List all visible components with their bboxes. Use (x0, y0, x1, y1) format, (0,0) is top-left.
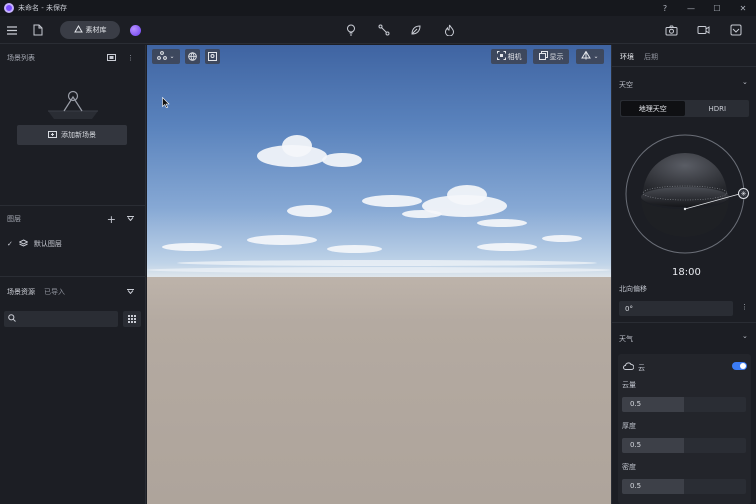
library-label: 素材库 (85, 26, 107, 34)
chevron-down-icon: ⌄ (593, 53, 599, 60)
scene-list-header: 场景列表 ⋮ (0, 49, 146, 67)
cloud-amount-value: 0.5 (630, 400, 642, 408)
assets-header: 场景资源 已导入 (0, 283, 146, 301)
cloud-toggle[interactable] (732, 362, 747, 370)
axes-icon (157, 51, 168, 62)
sky-mode-hdri[interactable]: HDRI (686, 100, 750, 117)
leaf-icon[interactable] (408, 22, 424, 38)
grid-view-icon[interactable] (123, 311, 141, 327)
globe-icon[interactable] (185, 49, 200, 64)
check-icon[interactable]: ✓ (7, 240, 13, 248)
ai-assistant-icon[interactable] (130, 25, 141, 36)
video-icon[interactable] (695, 22, 711, 38)
lightbulb-icon[interactable] (343, 22, 359, 38)
fire-icon[interactable] (441, 22, 457, 38)
divider (0, 276, 146, 277)
collapse-sky-icon[interactable]: ⌄ (742, 78, 748, 86)
camera-button[interactable]: 相机 (491, 49, 527, 64)
tab-scene-assets[interactable]: 场景资源 (7, 287, 35, 297)
collapse-weather-icon[interactable]: ⌄ (742, 332, 748, 340)
thickness-label: 厚度 (622, 422, 636, 430)
sun-handle-icon[interactable]: ✳ (738, 188, 749, 199)
camera-frame-icon (496, 51, 506, 62)
sky-section-title: 天空 (619, 81, 633, 89)
cloud-icon (623, 362, 635, 372)
left-panel: 场景列表 ⋮ 添加新场景 图层 + ✓ 默认图层 场景资源 已导入 (0, 45, 146, 504)
scene-thumbnail-icon[interactable] (107, 53, 116, 63)
minimize-button[interactable]: — (678, 0, 704, 16)
default-layer-label: 默认图层 (33, 240, 62, 248)
add-scene-icon (48, 130, 57, 140)
search-icon (8, 314, 16, 324)
add-layer-icon[interactable]: + (107, 213, 116, 226)
ground-render (147, 277, 611, 504)
maximize-button[interactable]: ☐ (704, 0, 730, 16)
help-icon[interactable]: ? (652, 0, 678, 16)
cloud-amount-slider[interactable]: 0.5 (622, 397, 746, 412)
close-button[interactable]: ✕ (730, 0, 756, 16)
layers-stack-icon (18, 239, 29, 249)
transform-gizmo-button[interactable]: ⌄ (152, 49, 180, 64)
density-slider[interactable]: 0.5 (622, 479, 746, 494)
display-label: 显示 (549, 52, 564, 61)
path-icon[interactable] (376, 22, 392, 38)
main-toolbar: 素材库 (0, 16, 756, 44)
tab-imported[interactable]: 已导入 (44, 287, 65, 297)
layers-title: 图层 (7, 215, 21, 223)
chevron-down-icon: ⌄ (169, 53, 175, 60)
mouse-cursor-icon (162, 96, 170, 110)
time-of-day: 18:00 (672, 267, 701, 278)
library-icon (73, 25, 83, 35)
cloud-label: 云 (638, 364, 645, 372)
screenshot-camera-icon[interactable] (663, 22, 679, 38)
sun-position-dial[interactable] (624, 131, 748, 259)
thickness-value: 0.5 (630, 441, 642, 449)
divider (0, 205, 146, 206)
export-icon[interactable] (728, 22, 744, 38)
app-logo-icon (4, 3, 14, 13)
3d-viewport[interactable]: ⌄ 相机 显示 ⌄ (147, 45, 611, 504)
display-layers-icon (538, 51, 548, 62)
more-options-icon[interactable]: ⋮ (127, 54, 134, 62)
divider (611, 66, 756, 67)
add-scene-label: 添加新场景 (61, 131, 96, 139)
thickness-slider[interactable]: 0.5 (622, 438, 746, 453)
scene-list-title: 场景列表 (7, 54, 35, 62)
menu-icon[interactable] (4, 22, 20, 38)
render-mode-button[interactable]: ⌄ (576, 49, 604, 64)
divider (611, 322, 756, 323)
layer-row-default[interactable]: ✓ 默认图层 (7, 239, 62, 249)
tab-post-processing[interactable]: 后期 (644, 52, 658, 62)
weather-section-title: 天气 (619, 335, 633, 343)
layers-header: 图层 + (0, 210, 146, 228)
north-offset-label: 北向偏移 (619, 285, 647, 293)
title-bar: 未命名 - 未保存 ? — ☐ ✕ (0, 0, 756, 16)
render-sphere-icon (581, 50, 592, 62)
location-pin-icon[interactable] (205, 49, 220, 64)
asset-search-input[interactable] (4, 311, 118, 327)
sky-mode-geo[interactable]: 地理天空 (621, 101, 685, 116)
density-label: 密度 (622, 463, 636, 471)
north-offset-input[interactable]: 0° (619, 301, 733, 316)
camera-label: 相机 (507, 52, 522, 61)
tab-environment[interactable]: 环境 (620, 52, 634, 62)
density-value: 0.5 (630, 482, 642, 490)
file-icon[interactable] (30, 22, 46, 38)
material-library-button[interactable]: 素材库 (60, 21, 120, 39)
display-button[interactable]: 显示 (533, 49, 569, 64)
collapse-assets-icon[interactable] (127, 288, 134, 296)
empty-scene-illustration-icon (42, 89, 104, 121)
window-title: 未命名 - 未保存 (18, 4, 67, 12)
cloud-amount-label: 云量 (622, 381, 636, 389)
sky-render (147, 45, 611, 277)
add-scene-button[interactable]: 添加新场景 (17, 125, 127, 145)
more-options-icon[interactable]: ⋮ (741, 303, 748, 311)
sky-mode-segmented-control: 地理天空 HDRI (620, 100, 749, 117)
collapse-layers-icon[interactable] (127, 215, 134, 223)
